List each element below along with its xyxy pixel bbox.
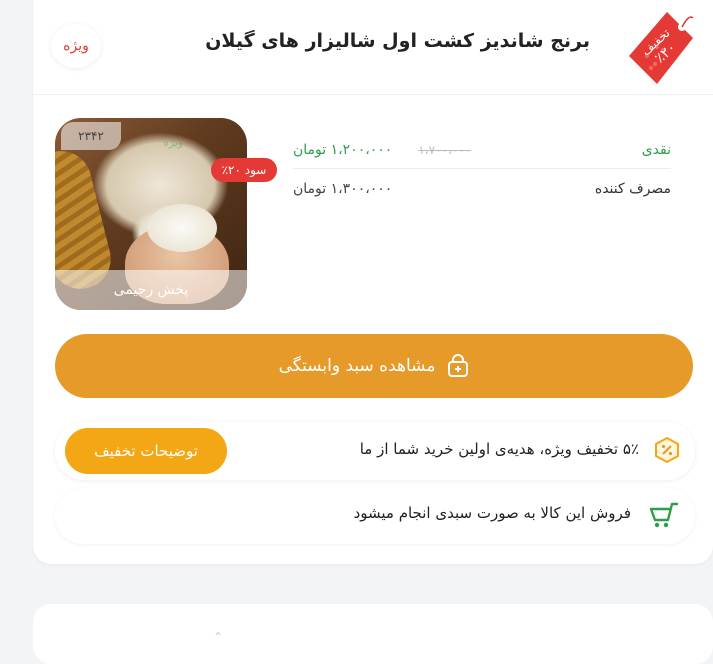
profit-badge: ٪۲۰ سود bbox=[211, 158, 277, 182]
consumer-price-label: مصرف کننده bbox=[594, 181, 671, 197]
distributor-name: پخش رحیمی bbox=[55, 270, 247, 310]
product-card: تخفیف ٪۲۰ برنج شاندیز کشت اول شالیزار ها… bbox=[33, 0, 713, 564]
basket-sale-notice: فروش این کالا به صورت سبدی انجام میشود bbox=[55, 488, 695, 544]
cash-new-price: ۱،۲۰۰،۰۰۰ تومان bbox=[293, 142, 393, 158]
product-image[interactable]: ویژه ۲۳۴۲ پخش رحیمی bbox=[55, 118, 247, 310]
view-bundle-button[interactable]: مشاهده سبد وابستگی bbox=[55, 334, 693, 398]
first-purchase-discount: ۵٪ تخفیف ویژه، هدیه‌ی اولین خرید شما از … bbox=[55, 422, 695, 480]
product-title: برنج شاندیز کشت اول شالیزار های گیلان bbox=[205, 30, 590, 52]
next-product-card: ⌃ bbox=[33, 604, 713, 664]
discount-tag: تخفیف ٪۲۰ bbox=[627, 10, 695, 86]
first-purchase-text: ۵٪ تخفیف ویژه، هدیه‌ی اولین خرید شما از … bbox=[359, 440, 639, 458]
consumer-price-row: ۱،۳۰۰،۰۰۰ تومان مصرف کننده bbox=[293, 174, 671, 204]
discount-details-button[interactable]: توضیحات تخفیف bbox=[65, 428, 227, 474]
consumer-price: ۱،۳۰۰،۰۰۰ تومان bbox=[293, 181, 393, 197]
cash-price-label: نقدی bbox=[641, 142, 671, 158]
image-watermark: ویژه bbox=[163, 136, 184, 149]
cash-old-price: ۱،۷۰۰،۰۰۰ bbox=[418, 143, 472, 157]
cash-price-row: ۱،۲۰۰،۰۰۰ تومان ۱،۷۰۰،۰۰۰ نقدی bbox=[293, 132, 671, 169]
shopping-bag-plus-icon bbox=[448, 354, 469, 377]
product-code: ۲۳۴۲ bbox=[61, 122, 121, 150]
special-badge[interactable]: ویژه bbox=[51, 24, 101, 68]
percent-badge-icon bbox=[655, 436, 679, 464]
view-bundle-label: مشاهده سبد وابستگی bbox=[278, 356, 436, 376]
card-header: تخفیف ٪۲۰ برنج شاندیز کشت اول شالیزار ها… bbox=[33, 0, 713, 95]
basket-sale-text: فروش این کالا به صورت سبدی انجام میشود bbox=[353, 504, 631, 522]
partial-icon: ⌃ bbox=[213, 630, 224, 644]
cart-icon bbox=[649, 502, 679, 528]
